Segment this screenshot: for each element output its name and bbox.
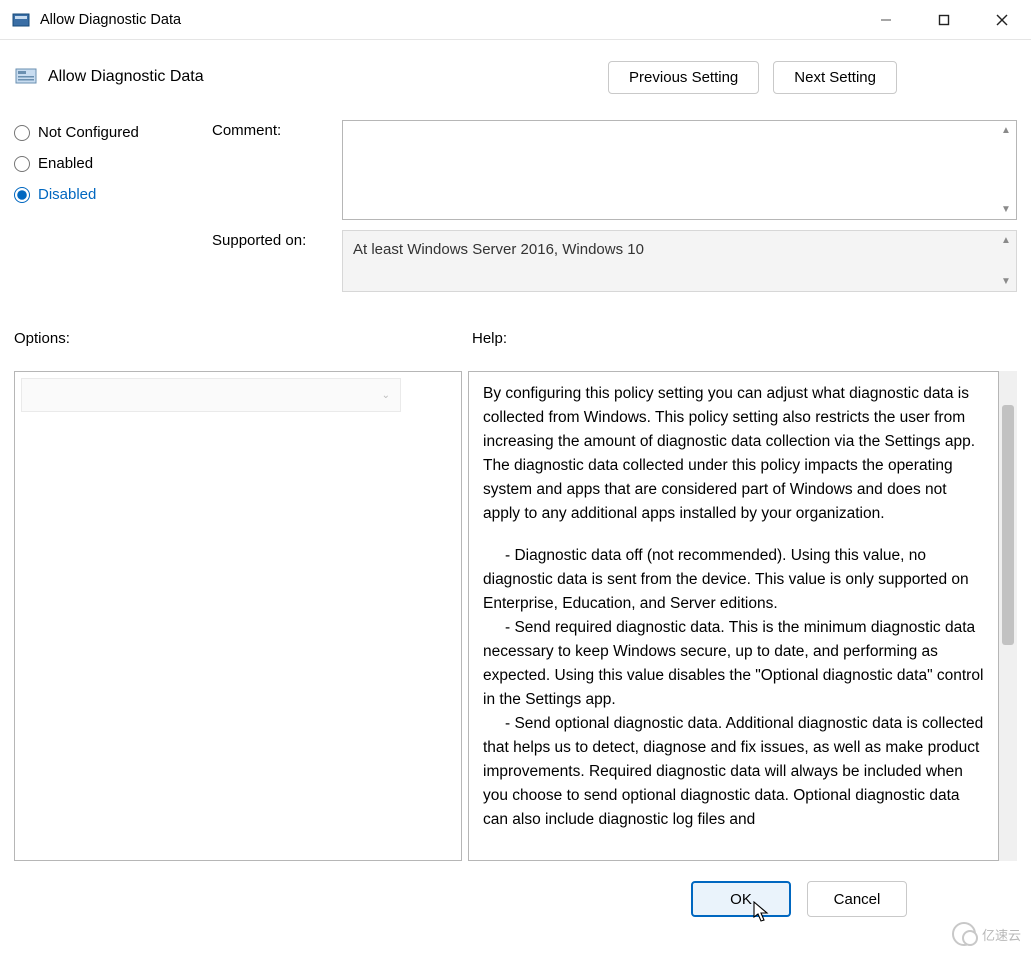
- window-title: Allow Diagnostic Data: [40, 12, 181, 28]
- policy-header: Allow Diagnostic Data Previous Setting N…: [14, 54, 1017, 100]
- watermark: 亿速云: [952, 922, 1021, 946]
- help-bullet-off: - Diagnostic data off (not recommended).…: [483, 544, 984, 616]
- radio-enabled-input[interactable]: [14, 156, 30, 172]
- radio-not-configured-input[interactable]: [14, 125, 30, 141]
- minimize-button[interactable]: [857, 0, 915, 39]
- help-pane: By configuring this policy setting you c…: [468, 371, 999, 861]
- options-dropdown: ⌄: [21, 378, 401, 412]
- supported-on-text: At least Windows Server 2016, Windows 10: [353, 241, 644, 258]
- close-button[interactable]: [973, 0, 1031, 39]
- help-scrollbar[interactable]: [999, 371, 1017, 861]
- radio-disabled-input[interactable]: [14, 187, 30, 203]
- next-setting-button[interactable]: Next Setting: [773, 61, 897, 94]
- ok-button[interactable]: OK: [691, 881, 791, 917]
- help-bullet-optional: - Send optional diagnostic data. Additio…: [483, 712, 984, 832]
- comment-scroll[interactable]: ▲ ▼: [996, 121, 1016, 219]
- comment-label: Comment:: [212, 120, 342, 220]
- help-bullet-required: - Send required diagnostic data. This is…: [483, 616, 984, 712]
- maximize-button[interactable]: [915, 0, 973, 39]
- scroll-down-icon: ▼: [996, 276, 1016, 287]
- radio-not-configured[interactable]: Not Configured: [14, 124, 212, 141]
- state-radio-group: Not Configured Enabled Disabled: [14, 120, 212, 302]
- dialog-footer: OK Cancel: [14, 879, 1017, 919]
- scroll-up-icon[interactable]: ▲: [996, 125, 1016, 136]
- titlebar: Allow Diagnostic Data: [0, 0, 1031, 40]
- policy-title: Allow Diagnostic Data: [48, 68, 204, 86]
- watermark-icon: [952, 922, 976, 946]
- radio-disabled[interactable]: Disabled: [14, 186, 212, 203]
- chevron-down-icon: ⌄: [382, 390, 390, 401]
- cancel-button[interactable]: Cancel: [807, 881, 907, 917]
- supported-label: Supported on:: [212, 230, 342, 292]
- watermark-text: 亿速云: [982, 925, 1021, 944]
- supported-scroll: ▲ ▼: [996, 231, 1016, 291]
- previous-setting-button[interactable]: Previous Setting: [608, 61, 759, 94]
- options-pane: ⌄: [14, 371, 462, 861]
- help-scroll-thumb[interactable]: [1002, 405, 1014, 645]
- options-label: Options:: [14, 330, 472, 347]
- radio-enabled-label: Enabled: [38, 155, 93, 172]
- radio-disabled-label: Disabled: [38, 186, 96, 203]
- comment-input[interactable]: ▲ ▼: [342, 120, 1017, 220]
- scroll-up-icon: ▲: [996, 235, 1016, 246]
- radio-enabled[interactable]: Enabled: [14, 155, 212, 172]
- help-label: Help:: [472, 330, 507, 347]
- policy-icon: [14, 65, 38, 89]
- window-controls: [857, 0, 1031, 39]
- supported-on-value: At least Windows Server 2016, Windows 10…: [342, 230, 1017, 292]
- app-icon: [12, 11, 30, 29]
- help-paragraph-intro: By configuring this policy setting you c…: [483, 382, 984, 526]
- radio-not-configured-label: Not Configured: [38, 124, 139, 141]
- scroll-down-icon[interactable]: ▼: [996, 204, 1016, 215]
